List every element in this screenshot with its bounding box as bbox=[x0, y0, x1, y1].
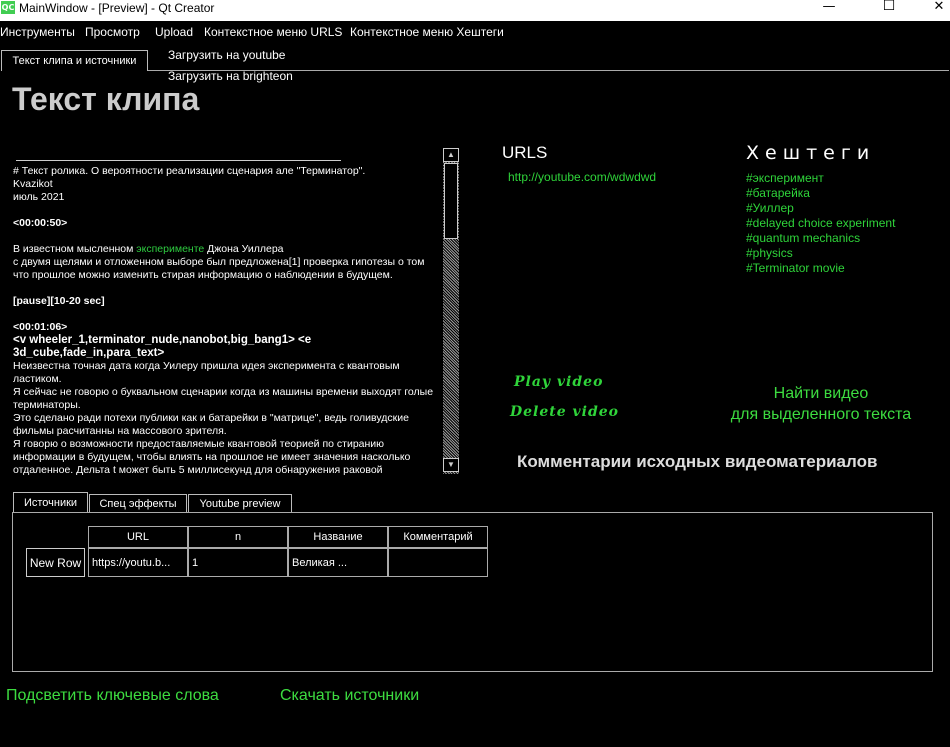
tab-youtube-preview[interactable]: Youtube preview bbox=[188, 494, 292, 513]
hashtag-item[interactable]: #Уиллер bbox=[746, 201, 794, 215]
timestamp: <00:01:06> bbox=[13, 321, 68, 333]
qt-logo-icon: QC bbox=[1, 1, 15, 14]
tab-clip-text[interactable]: Текст клипа и источники bbox=[1, 50, 148, 71]
find-video-label-1: Найти видео bbox=[773, 385, 869, 402]
hashtag-item[interactable]: #physics bbox=[746, 246, 793, 260]
text-line: Это сделано ради потехи публики как и ба… bbox=[13, 412, 412, 437]
text-line: # Текст ролика. О вероятности реализации… bbox=[13, 165, 366, 177]
text-line: Я говорю о возможности предоставляемые к… bbox=[13, 438, 414, 475]
column-header-name[interactable]: Название bbox=[288, 526, 388, 548]
tab-sources[interactable]: Источники bbox=[13, 492, 88, 513]
hashtags-heading: Хештеги bbox=[746, 142, 876, 164]
hashtag-item[interactable]: #Terminator movie bbox=[746, 261, 845, 275]
column-header-url[interactable]: URL bbox=[88, 526, 188, 548]
tab-divider bbox=[148, 70, 949, 71]
hashtag-item[interactable]: #батарейка bbox=[746, 186, 810, 200]
menu-urls-context[interactable]: Контекстное меню URLS bbox=[204, 25, 342, 39]
window-title: MainWindow - [Preview] - Qt Creator bbox=[19, 1, 215, 15]
delete-video-button[interactable]: Delete video bbox=[510, 404, 619, 420]
text-line: Я сейчас не говорю о буквальном сценарии… bbox=[13, 386, 436, 411]
text-line: Kvazikot bbox=[13, 178, 53, 190]
column-header-comment[interactable]: Комментарий bbox=[388, 526, 488, 548]
hashtag-item[interactable]: #quantum mechanics bbox=[746, 231, 860, 245]
upload-youtube-item[interactable]: Загрузить на youtube bbox=[168, 48, 285, 62]
scroll-down-icon[interactable]: ▼ bbox=[443, 458, 459, 472]
pause-marker: [pause][10-20 sec] bbox=[13, 295, 105, 307]
table-cell-comment[interactable] bbox=[388, 548, 488, 577]
table-cell-name[interactable]: Великая ... bbox=[288, 548, 388, 577]
url-item[interactable]: http://youtube.com/wdwdwd bbox=[508, 170, 656, 184]
close-button[interactable]: ✕ bbox=[916, 0, 950, 14]
clip-text-editor[interactable]: # Текст ролика. О вероятности реализации… bbox=[13, 147, 443, 475]
page-title: Текст клипа bbox=[12, 81, 200, 117]
hashtag-item[interactable]: #эксперимент bbox=[746, 171, 824, 185]
experiment-link[interactable]: эксперименте bbox=[136, 243, 204, 255]
find-video-label-2: для выделенного текста bbox=[730, 406, 912, 423]
hashtag-item[interactable]: #delayed choice experiment bbox=[746, 216, 895, 230]
column-header-n[interactable]: n bbox=[188, 526, 288, 548]
scroll-thumb[interactable] bbox=[444, 163, 458, 239]
find-video-button[interactable]: Найти видео для выделенного текста bbox=[730, 383, 912, 425]
text-line: Джона Уиллера bbox=[204, 243, 284, 255]
effect-tags: <v wheeler_1,terminator_nude,nanobot,big… bbox=[13, 334, 315, 359]
scroll-up-icon[interactable]: ▲ bbox=[443, 148, 459, 162]
title-bar: QC MainWindow - [Preview] - Qt Creator —… bbox=[0, 0, 950, 21]
table-cell-n[interactable]: 1 bbox=[188, 548, 288, 577]
text-line: с двумя щелями и отложенном выборе был п… bbox=[13, 256, 428, 281]
text-line: июль 2021 bbox=[13, 191, 65, 203]
minimize-button[interactable]: — bbox=[806, 0, 852, 14]
play-video-button[interactable]: Play video bbox=[514, 374, 603, 390]
upload-dropdown: Загрузить на youtube Загрузить на bright… bbox=[148, 44, 310, 86]
menu-view[interactable]: Просмотр bbox=[85, 25, 140, 39]
comments-heading: Комментарии исходных видеоматериалов bbox=[517, 452, 878, 471]
highlight-keywords-button[interactable]: Подсветить ключевые слова bbox=[6, 687, 219, 705]
urls-heading: URLS bbox=[502, 143, 548, 162]
menu-tools[interactable]: Инструменты bbox=[0, 25, 75, 39]
tab-effects[interactable]: Спец эффекты bbox=[89, 494, 187, 513]
row-header-button[interactable]: New Row bbox=[26, 548, 85, 577]
text-line: Неизвестна точная дата когда Уилеру приш… bbox=[13, 360, 403, 385]
download-sources-button[interactable]: Скачать источники bbox=[280, 687, 419, 705]
menu-hashtags-context[interactable]: Контекстное меню Хештеги bbox=[350, 25, 504, 39]
timestamp: <00:00:50> bbox=[13, 217, 68, 229]
table-cell-url[interactable]: https://youtu.b... bbox=[88, 548, 188, 577]
maximize-button[interactable]: ☐ bbox=[866, 0, 912, 14]
text-line: В известном мысленном bbox=[13, 243, 137, 255]
menu-upload[interactable]: Upload bbox=[155, 25, 193, 39]
